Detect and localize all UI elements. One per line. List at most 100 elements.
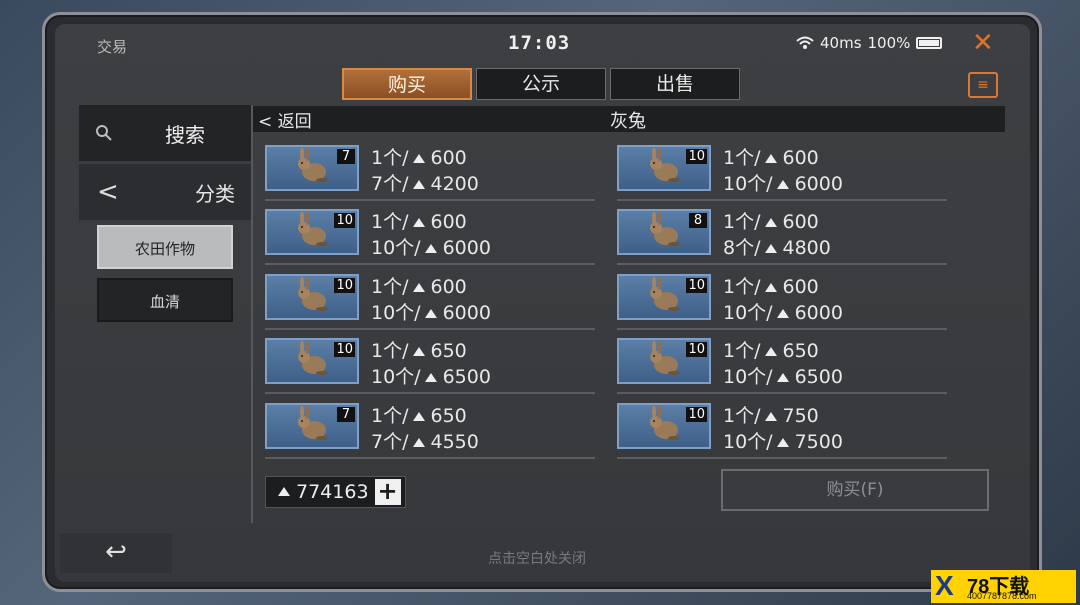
total-label: 10个/: [723, 431, 773, 453]
rabbit-icon: [644, 147, 684, 188]
unit-label: 1个/: [723, 276, 761, 298]
total-label: 8个/: [723, 237, 761, 259]
rabbit-thumbnail: 10: [617, 145, 711, 191]
chevron-left-icon: <: [97, 177, 119, 207]
listing-card[interactable]: 10 1个/600 10个/6000: [265, 272, 595, 330]
battery-icon: [916, 37, 943, 49]
listing-card[interactable]: 7 1个/650 7个/4550: [265, 401, 595, 459]
unit-price-line: 1个/600: [371, 272, 467, 299]
total-price: 6500: [442, 366, 491, 388]
listing-card[interactable]: 10 1个/650 10个/6500: [617, 336, 947, 394]
total-label: 10个/: [723, 366, 773, 388]
search-button[interactable]: 搜索: [79, 105, 251, 161]
total-label: 7个/: [371, 173, 409, 195]
row-divider: [617, 392, 947, 394]
tab-sell[interactable]: 出售: [610, 68, 740, 100]
undo-icon[interactable]: ↩: [60, 533, 172, 573]
coin-icon: [412, 411, 425, 421]
category-button[interactable]: < 分类: [79, 164, 251, 220]
back-label: 返回: [277, 112, 312, 132]
listing-card[interactable]: 10 1个/600 10个/6000: [265, 207, 595, 265]
total-price-line: 10个/6000: [371, 233, 491, 260]
total-price: 6000: [442, 302, 491, 324]
listing-card[interactable]: 10 1个/600 10个/6000: [617, 143, 947, 201]
unit-price-line: 1个/650: [371, 401, 467, 428]
site-watermark: X 78下载 4007787878.com: [931, 570, 1076, 603]
rabbit-icon: [644, 405, 684, 446]
stack-count-badge: 7: [337, 407, 355, 422]
stack-count-badge: 7: [337, 149, 355, 164]
coin-icon: [764, 217, 777, 227]
rabbit-thumbnail: 10: [265, 274, 359, 320]
stack-count-badge: 8: [689, 213, 707, 228]
coin-icon: [412, 179, 425, 189]
unit-price-line: 1个/600: [371, 143, 467, 170]
rabbit-thumbnail: 10: [617, 274, 711, 320]
ping-text: 40ms: [820, 34, 862, 52]
total-price-line: 7个/4200: [371, 169, 479, 196]
total-label: 10个/: [723, 302, 773, 324]
tab-announce[interactable]: 公示: [476, 68, 606, 100]
unit-price: 600: [782, 211, 819, 233]
coin-icon: [764, 346, 777, 356]
row-divider: [265, 328, 595, 330]
total-price: 6000: [442, 237, 491, 259]
unit-price: 650: [782, 340, 819, 362]
rabbit-thumbnail: 10: [617, 403, 711, 449]
total-price: 6000: [794, 302, 843, 324]
coin-icon: [412, 437, 425, 447]
unit-label: 1个/: [723, 340, 761, 362]
category-serum[interactable]: 血清: [97, 278, 233, 322]
coin-icon: [278, 487, 290, 496]
unit-label: 1个/: [371, 276, 409, 298]
listing-card[interactable]: 7 1个/600 7个/4200: [265, 143, 595, 201]
rabbit-icon: [292, 211, 332, 252]
listing-card[interactable]: 10 1个/750 10个/7500: [617, 401, 947, 459]
close-hint: 点击空白处关闭: [488, 551, 586, 567]
battery-text: 100%: [867, 34, 911, 52]
watermark-site: 4007787878.com: [967, 591, 1037, 601]
stack-count-badge: 10: [686, 149, 707, 164]
clock: 17:03: [508, 32, 571, 54]
coin-icon: [424, 308, 437, 318]
buy-button[interactable]: 购买(F): [721, 469, 989, 511]
unit-price: 600: [782, 147, 819, 169]
notes-icon[interactable]: ≡: [968, 72, 998, 98]
status-bar: 40ms 100%: [796, 34, 943, 52]
unit-price-line: 1个/600: [723, 143, 819, 170]
tab-bar: 购买 公示 出售: [342, 68, 740, 100]
stack-count-badge: 10: [334, 213, 355, 228]
unit-price-line: 1个/650: [371, 336, 467, 363]
total-price: 6000: [794, 173, 843, 195]
category-farm-crops[interactable]: 农田作物: [97, 225, 233, 269]
unit-label: 1个/: [371, 147, 409, 169]
tab-buy[interactable]: 购买: [342, 68, 472, 100]
rabbit-icon: [644, 340, 684, 381]
total-price-line: 8个/4800: [723, 233, 831, 260]
rabbit-thumbnail: 10: [617, 338, 711, 384]
listing-card[interactable]: 10 1个/600 10个/6000: [617, 272, 947, 330]
close-icon[interactable]: ✕: [972, 28, 994, 58]
listing-card[interactable]: 8 1个/600 8个/4800: [617, 207, 947, 265]
search-icon: [96, 125, 112, 141]
unit-label: 1个/: [723, 147, 761, 169]
unit-price: 600: [430, 147, 467, 169]
unit-price-line: 1个/600: [723, 272, 819, 299]
unit-price: 600: [430, 276, 467, 298]
rabbit-icon: [644, 276, 684, 317]
total-label: 7个/: [371, 431, 409, 453]
total-price-line: 7个/4550: [371, 427, 479, 454]
rabbit-icon: [292, 147, 332, 188]
total-label: 10个/: [371, 366, 421, 388]
stack-count-badge: 10: [686, 342, 707, 357]
chevron-left-icon: <: [258, 112, 273, 132]
unit-price: 600: [782, 276, 819, 298]
add-currency-button[interactable]: +: [374, 479, 401, 505]
unit-price-line: 1个/600: [723, 207, 819, 234]
listing-card[interactable]: 10 1个/650 10个/6500: [265, 336, 595, 394]
total-price: 4200: [430, 173, 479, 195]
coin-icon: [424, 372, 437, 382]
rabbit-icon: [644, 211, 684, 252]
back-button[interactable]: < 返回: [258, 107, 312, 132]
row-divider: [617, 263, 947, 265]
